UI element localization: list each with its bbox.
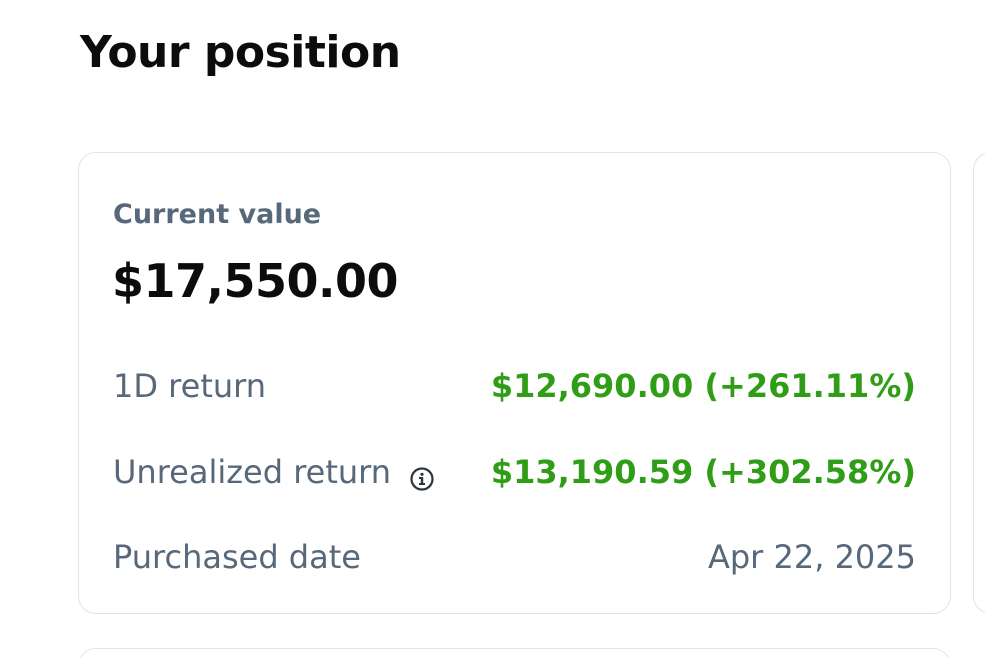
page: Your position Current value $17,550.00 1… — [0, 0, 985, 658]
row-unrealized-return: Unrealized return $13,190.59 (+302.58%) — [113, 450, 916, 494]
adjacent-card-below — [78, 648, 951, 658]
row-label: Purchased date — [113, 538, 361, 576]
row-label: Unrealized return — [113, 453, 392, 491]
current-value-label: Current value — [113, 199, 322, 230]
row-label: 1D return — [113, 367, 267, 405]
row-value: $12,690.00 (+261.11%) — [490, 367, 916, 405]
row-value: Apr 22, 2025 — [707, 538, 916, 576]
row-purchased-date: Purchased date Apr 22, 2025 — [113, 535, 916, 579]
page-title: Your position — [80, 27, 401, 78]
current-value-amount: $17,550.00 — [112, 254, 399, 308]
position-card: Current value $17,550.00 1D return $12,6… — [78, 152, 951, 614]
row-value: $13,190.59 (+302.58%) — [490, 453, 916, 491]
adjacent-card-right — [973, 152, 985, 614]
row-1d-return: 1D return $12,690.00 (+261.11%) — [113, 364, 916, 408]
row-label-wrap: Unrealized return — [113, 450, 435, 494]
info-icon[interactable] — [409, 459, 435, 491]
